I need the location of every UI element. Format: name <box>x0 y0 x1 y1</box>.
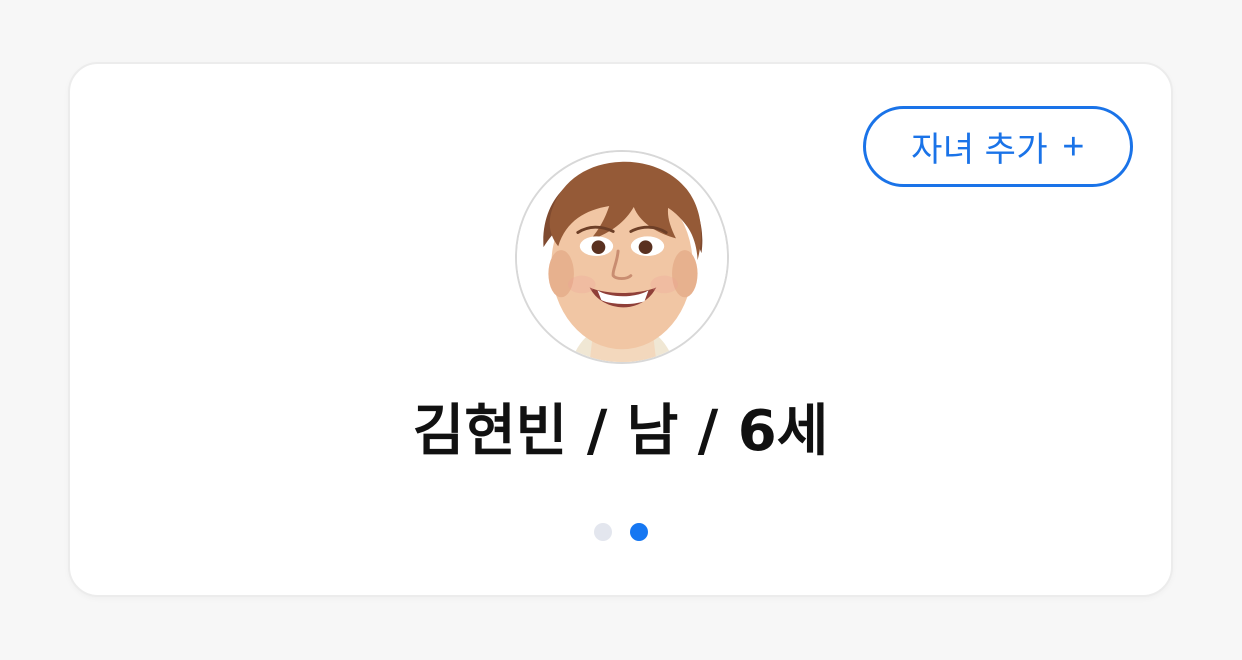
child-profile-card: 자녀 추가 + 김현빈 / 남 / 6세 <box>68 62 1173 597</box>
child-avatar <box>515 150 729 364</box>
pager-dot[interactable] <box>593 523 612 541</box>
add-child-label: 자녀 추가 <box>911 131 1049 169</box>
pager-dot-active[interactable] <box>629 523 648 541</box>
child-photo <box>517 152 727 362</box>
plus-icon: + <box>1062 125 1085 168</box>
carousel-pager <box>70 522 1171 542</box>
add-child-button[interactable]: 자녀 추가 + <box>863 106 1133 187</box>
child-profile-text: 김현빈 / 남 / 6세 <box>412 399 829 464</box>
